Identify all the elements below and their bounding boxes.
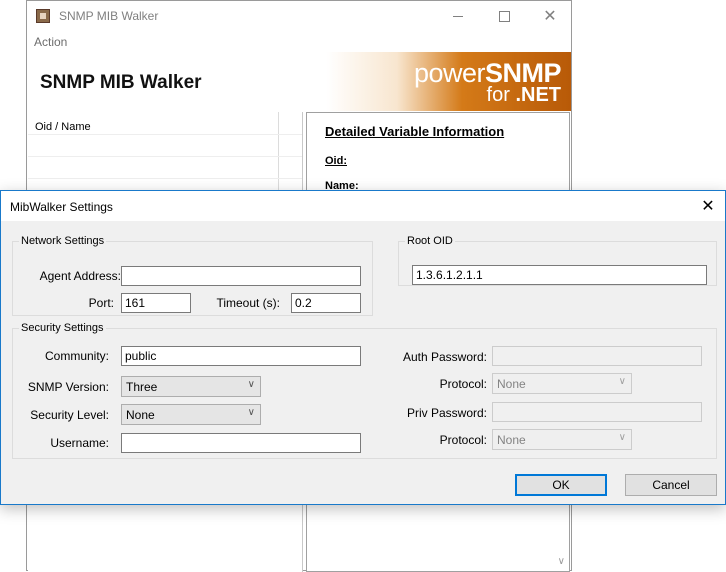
dialog-titlebar: MibWalker Settings ✕ bbox=[1, 191, 725, 221]
main-titlebar: SNMP MIB Walker ✕ bbox=[27, 1, 571, 32]
menu-action[interactable]: Action bbox=[34, 35, 67, 49]
port-input[interactable] bbox=[121, 293, 191, 313]
close-icon: ✕ bbox=[543, 7, 557, 25]
logo-power: power bbox=[413, 58, 486, 88]
auth-protocol-value: None bbox=[497, 377, 526, 391]
snmp-version-label: SNMP Version: bbox=[27, 380, 109, 394]
agent-address-label: Agent Address: bbox=[39, 269, 121, 283]
auth-password-input[interactable] bbox=[492, 346, 702, 366]
agent-address-input[interactable] bbox=[121, 266, 361, 286]
auth-protocol-label: Protocol: bbox=[439, 377, 487, 391]
root-oid-group: Root OID bbox=[398, 235, 717, 286]
dialog-title: MibWalker Settings bbox=[10, 200, 113, 214]
security-settings-group: Security Settings Community: SNMP Versio… bbox=[12, 322, 717, 459]
security-level-value: None bbox=[126, 408, 155, 422]
auth-password-label: Auth Password: bbox=[402, 350, 487, 364]
security-level-select[interactable]: None ∨ bbox=[121, 404, 261, 425]
tree-row-divider bbox=[28, 156, 302, 157]
app-icon bbox=[36, 9, 50, 23]
auth-protocol-select[interactable]: None ∨ bbox=[492, 373, 632, 394]
priv-protocol-value: None bbox=[497, 433, 526, 447]
minimize-icon bbox=[453, 16, 463, 17]
chevron-down-icon: ∨ bbox=[247, 379, 255, 390]
timeout-label: Timeout (s): bbox=[216, 296, 280, 310]
tree-row-divider bbox=[28, 134, 302, 135]
timeout-input[interactable] bbox=[291, 293, 361, 313]
community-label: Community: bbox=[44, 349, 109, 363]
security-settings-legend: Security Settings bbox=[21, 322, 104, 334]
main-window-title: SNMP MIB Walker bbox=[59, 9, 159, 23]
oid-column-header[interactable]: Oid / Name bbox=[35, 121, 91, 133]
close-icon: ✕ bbox=[701, 198, 715, 215]
priv-password-input[interactable] bbox=[492, 402, 702, 422]
tree-row-divider bbox=[28, 178, 302, 179]
banner: SNMP MIB Walker powerSNMP for .NET bbox=[27, 52, 571, 111]
ok-button[interactable]: OK bbox=[515, 474, 607, 496]
priv-password-label: Priv Password: bbox=[406, 406, 487, 420]
network-settings-group: Network Settings Agent Address: Port: Ti… bbox=[12, 235, 373, 316]
chevron-down-icon: ∨ bbox=[247, 407, 255, 418]
network-settings-legend: Network Settings bbox=[21, 235, 105, 247]
snmp-version-value: Three bbox=[126, 380, 158, 394]
community-input[interactable] bbox=[121, 346, 361, 366]
chevron-down-icon: ∨ bbox=[618, 432, 626, 443]
details-oid-label: Oid: bbox=[325, 155, 347, 167]
security-level-label: Security Level: bbox=[30, 408, 109, 422]
root-oid-input[interactable] bbox=[412, 265, 707, 285]
logo-for: for bbox=[486, 84, 510, 106]
dialog-close-button[interactable]: ✕ bbox=[691, 191, 725, 221]
root-oid-legend: Root OID bbox=[407, 235, 453, 247]
maximize-icon bbox=[498, 11, 510, 22]
minimize-button[interactable] bbox=[435, 1, 481, 32]
column-divider bbox=[278, 112, 279, 192]
menubar: Action bbox=[27, 32, 571, 52]
powersnmp-logo: powerSNMP for .NET bbox=[413, 58, 562, 106]
username-label: Username: bbox=[50, 436, 109, 450]
banner-title: SNMP MIB Walker bbox=[40, 72, 202, 93]
priv-protocol-label: Protocol: bbox=[439, 433, 487, 447]
maximize-button[interactable] bbox=[481, 1, 527, 32]
cancel-button[interactable]: Cancel bbox=[625, 474, 717, 496]
details-heading: Detailed Variable Information bbox=[325, 124, 505, 139]
main-close-button[interactable]: ✕ bbox=[527, 1, 573, 32]
priv-protocol-select[interactable]: None ∨ bbox=[492, 429, 632, 450]
chevron-down-icon: ∨ bbox=[618, 376, 626, 387]
username-input[interactable] bbox=[121, 433, 361, 453]
settings-dialog: MibWalker Settings ✕ Network Settings Ag… bbox=[0, 190, 726, 505]
logo-net: .NET bbox=[515, 84, 561, 106]
port-label: Port: bbox=[88, 296, 114, 310]
scroll-down-icon[interactable]: ∨ bbox=[558, 556, 565, 567]
snmp-version-select[interactable]: Three ∨ bbox=[121, 376, 261, 397]
